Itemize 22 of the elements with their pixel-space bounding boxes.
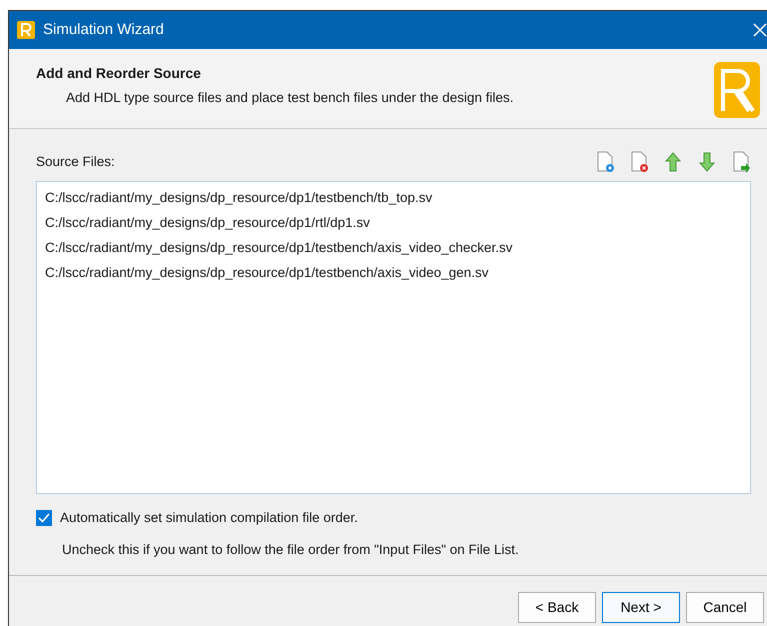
checkbox-label: Automatically set simulation compilation file order.: [60, 509, 358, 527]
remove-file-icon[interactable]: [629, 151, 649, 173]
cancel-button[interactable]: Cancel: [686, 592, 764, 623]
close-icon[interactable]: [753, 23, 767, 37]
logo-icon: [713, 61, 761, 119]
add-file-icon[interactable]: [595, 151, 615, 173]
file-path-item[interactable]: C:/lscc/radiant/my_designs/dp_resource/dp1/rtl/dp1.sv: [45, 210, 742, 235]
window-title: Simulation Wizard: [43, 20, 164, 40]
file-path-item[interactable]: C:/lscc/radiant/my_designs/dp_resource/dp1/testbench/axis_video_gen.sv: [45, 260, 742, 285]
next-button[interactable]: Next >: [602, 592, 680, 623]
checkbox[interactable]: [36, 510, 52, 526]
source-files-label: Source Files:: [36, 152, 115, 171]
page-description: Add HDL type source files and place test bench files under the design files.: [65, 89, 514, 107]
back-button[interactable]: < Back: [518, 592, 596, 623]
page-title: Add and Reorder Source: [36, 64, 202, 83]
hint-text: Uncheck this if you want to follow the file order from "Input Files" on File List.: [62, 541, 520, 560]
arrow-down-icon[interactable]: [697, 151, 717, 173]
arrow-up-icon[interactable]: [663, 151, 683, 173]
file-export-icon[interactable]: [731, 151, 751, 173]
file-path-item[interactable]: C:/lscc/radiant/my_designs/dp_resource/dp1/testbench/tb_top.sv: [45, 185, 742, 210]
app-logo-icon: [17, 21, 35, 39]
file-path-item[interactable]: C:/lscc/radiant/my_designs/dp_resource/dp1/testbench/axis_video_checker.sv: [45, 235, 742, 260]
